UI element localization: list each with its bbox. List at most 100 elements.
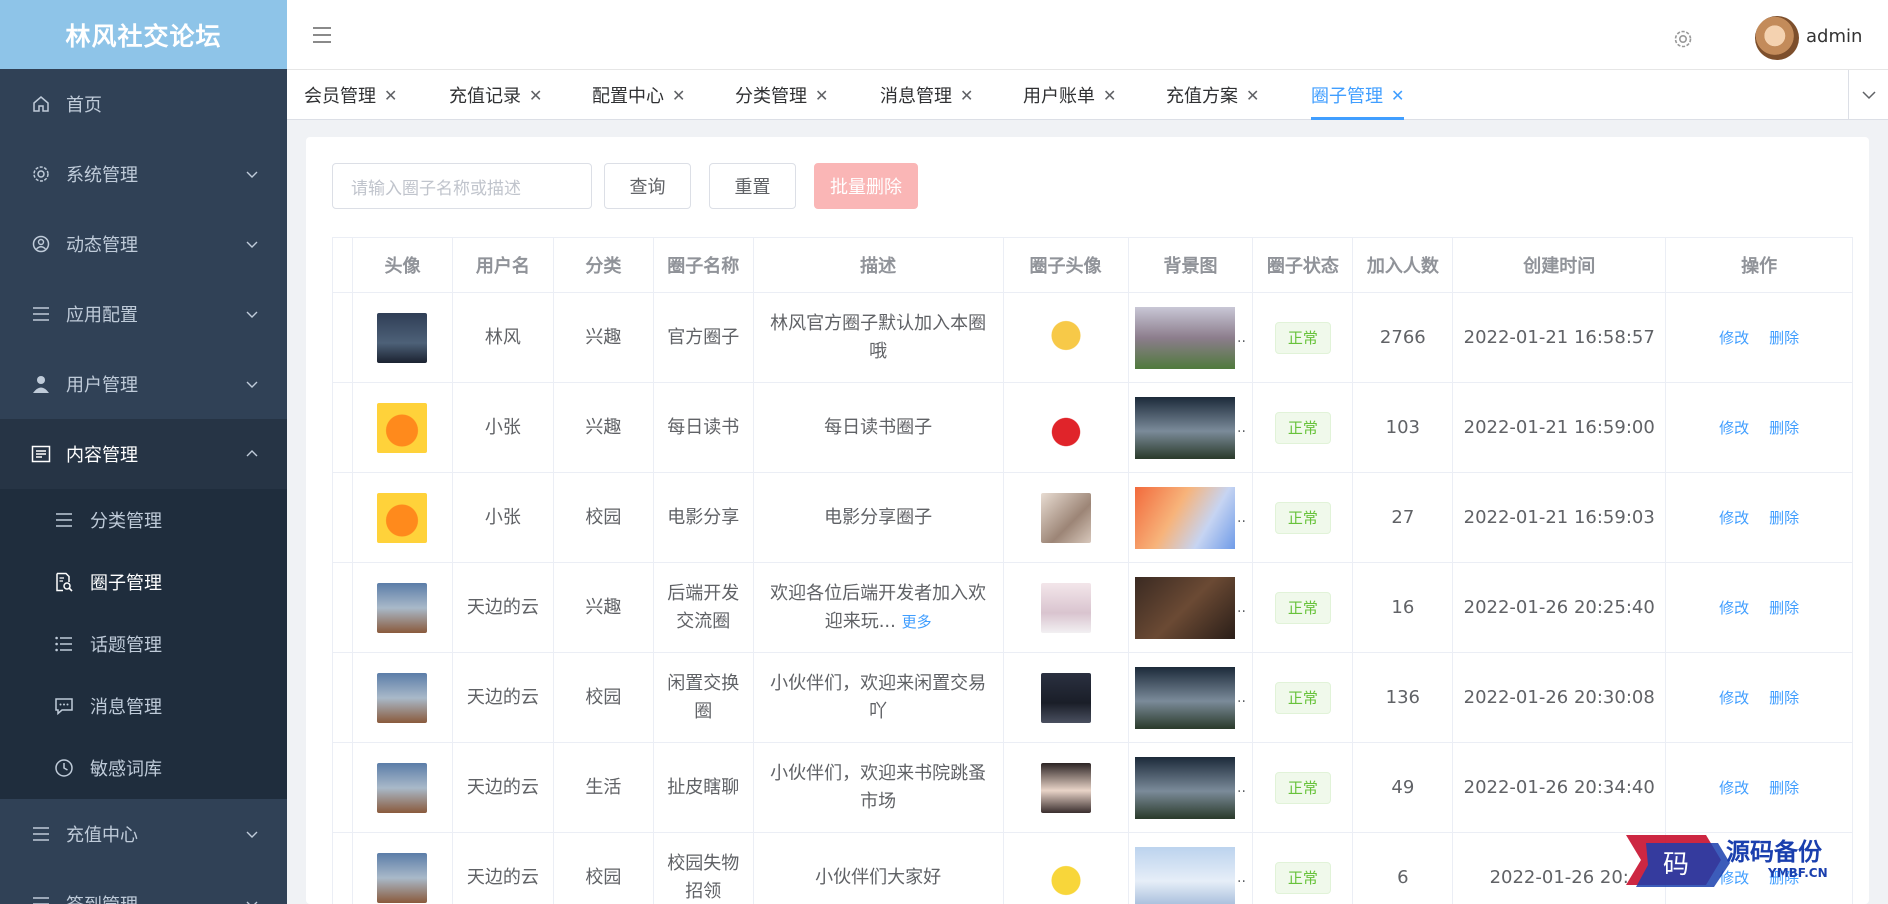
top-navbar: admin	[287, 0, 1888, 70]
column-header: 背景图	[1129, 238, 1254, 292]
tab-circles[interactable]: 圈子管理 ✕	[1311, 70, 1405, 120]
sidebar-item-moments[interactable]: 动态管理	[0, 209, 287, 279]
sidebar-item-content[interactable]: 内容管理	[0, 419, 287, 489]
description-cell: 每日读书圈子	[754, 383, 1004, 472]
tab-config[interactable]: 配置中心 ✕	[592, 70, 685, 120]
column-header: 分类	[554, 238, 654, 292]
created-cell: 2022-01-26 20:30:08	[1453, 653, 1667, 742]
edit-link[interactable]: 修改	[1719, 414, 1749, 442]
close-icon[interactable]: ✕	[815, 86, 828, 105]
sidebar-item-app-config[interactable]: 应用配置	[0, 279, 287, 349]
status-cell: 正常	[1253, 563, 1354, 652]
chevron-up-icon	[246, 450, 258, 457]
description-cell: 小伙伴们，欢迎来闲置交易吖	[754, 653, 1004, 742]
sidebar-item-label: 签到管理	[66, 891, 138, 904]
background-image	[1135, 486, 1236, 549]
category-cell: 校园	[554, 473, 654, 562]
row-select[interactable]	[333, 293, 353, 382]
close-icon[interactable]: ✕	[384, 86, 397, 105]
delete-link[interactable]: 删除	[1769, 324, 1799, 352]
row-select[interactable]	[333, 833, 353, 904]
delete-link[interactable]: 删除	[1769, 684, 1799, 712]
search-input[interactable]: 请输入圈子名称或描述	[332, 163, 592, 209]
edit-link[interactable]: 修改	[1719, 324, 1749, 352]
avatar[interactable]	[1755, 16, 1799, 60]
edit-link[interactable]: 修改	[1719, 684, 1749, 712]
table-row[interactable]: 天边的云 生活 扯皮瞎聊 小伙伴们，欢迎来书院跳蚤市场 .. 正常 49 202…	[333, 743, 1854, 833]
gear-icon[interactable]	[1672, 28, 1694, 50]
description-text: 欢迎各位后端开发者加入欢迎来玩...	[770, 582, 987, 632]
delete-link[interactable]: 删除	[1769, 594, 1799, 622]
row-select[interactable]	[333, 743, 353, 832]
sidebar-item-messages[interactable]: 消息管理	[0, 675, 287, 737]
delete-link[interactable]: 删除	[1769, 414, 1799, 442]
table-row[interactable]: 小张 兴趣 每日读书 每日读书圈子 .. 正常 103 2022-01-21 1…	[333, 383, 1854, 473]
background-cell: ..	[1129, 383, 1254, 472]
hamburger-icon[interactable]	[311, 25, 333, 45]
edit-link[interactable]: 修改	[1719, 504, 1749, 532]
sidebar-item-home[interactable]: 首页	[0, 69, 287, 139]
tab-member[interactable]: 会员管理 ✕	[304, 70, 397, 120]
tab-user-bill[interactable]: 用户账单 ✕	[1023, 70, 1116, 120]
tab-recharge-plan[interactable]: 充值方案 ✕	[1166, 70, 1259, 120]
tab-label: 充值方案	[1166, 86, 1238, 107]
query-button[interactable]: 查询	[604, 163, 691, 209]
user-avatar-image	[377, 762, 428, 813]
batch-delete-button[interactable]: 批量删除	[814, 163, 918, 209]
username[interactable]: admin	[1806, 26, 1862, 47]
circle-name-cell: 后端开发交流圈	[654, 563, 754, 652]
delete-link[interactable]: 删除	[1769, 504, 1799, 532]
tab-recharge-record[interactable]: 充值记录 ✕	[449, 70, 542, 120]
overflow-ellipsis: ..	[1237, 419, 1246, 436]
description-cell: 林风官方圈子默认加入本圈哦	[754, 293, 1004, 382]
table-row[interactable]: 小张 校园 电影分享 电影分享圈子 .. 正常 27 2022-01-21 16…	[333, 473, 1854, 563]
tab-category[interactable]: 分类管理 ✕	[735, 70, 828, 120]
select-column[interactable]	[333, 238, 353, 292]
actions-cell: 修改 删除	[1666, 293, 1854, 382]
more-link[interactable]: 更多	[902, 613, 932, 631]
column-header: 操作	[1666, 238, 1854, 292]
logo[interactable]: 林风社交论坛	[0, 0, 287, 69]
chevron-down-icon	[246, 171, 258, 178]
row-select[interactable]	[333, 563, 353, 652]
sidebar-item-label: 内容管理	[66, 445, 138, 466]
sidebar-item-users[interactable]: 用户管理	[0, 349, 287, 419]
close-icon[interactable]: ✕	[960, 86, 973, 105]
row-select[interactable]	[333, 383, 353, 472]
reset-button[interactable]: 重置	[709, 163, 796, 209]
tabs-more-button[interactable]	[1848, 70, 1888, 120]
sidebar-item-label: 充值中心	[66, 825, 138, 846]
edit-link[interactable]: 修改	[1719, 594, 1749, 622]
delete-link[interactable]: 删除	[1769, 774, 1799, 802]
circle-avatar-cell	[1004, 473, 1129, 562]
close-icon[interactable]: ✕	[1246, 86, 1259, 105]
table-row[interactable]: 天边的云 校园 闲置交换圈 小伙伴们，欢迎来闲置交易吖 .. 正常 136 20…	[333, 653, 1854, 743]
row-select[interactable]	[333, 473, 353, 562]
edit-link[interactable]: 修改	[1719, 774, 1749, 802]
user-avatar-cell	[353, 383, 453, 472]
close-icon[interactable]: ✕	[529, 86, 542, 105]
sidebar-item-system[interactable]: 系统管理	[0, 139, 287, 209]
username-cell: 小张	[453, 473, 554, 562]
status-badge: 正常	[1274, 411, 1331, 444]
sidebar-item-category[interactable]: 分类管理	[0, 489, 287, 551]
circle-name-cell: 每日读书	[654, 383, 754, 472]
row-select[interactable]	[333, 653, 353, 742]
sidebar-item-recharge[interactable]: 充值中心	[0, 799, 287, 869]
sidebar-item-topics[interactable]: 话题管理	[0, 613, 287, 675]
main-content: 请输入圈子名称或描述 查询 重置 批量删除 头像 用户名 分类 圈子名称 描述 …	[306, 137, 1869, 904]
circle-avatar-image	[1040, 672, 1091, 723]
sidebar-item-signin[interactable]: 签到管理	[0, 869, 287, 904]
table-row[interactable]: 天边的云 兴趣 后端开发交流圈 欢迎各位后端开发者加入欢迎来玩... 更多 ..…	[333, 563, 1854, 653]
close-icon[interactable]: ✕	[1391, 86, 1404, 105]
column-header: 创建时间	[1453, 238, 1667, 292]
close-icon[interactable]: ✕	[672, 86, 685, 105]
sidebar-item-sensitive-words[interactable]: 敏感词库	[0, 737, 287, 799]
column-header: 用户名	[453, 238, 554, 292]
table-row[interactable]: 林风 兴趣 官方圈子 林风官方圈子默认加入本圈哦 .. 正常 2766 2022…	[333, 293, 1854, 383]
tab-messages[interactable]: 消息管理 ✕	[880, 70, 973, 120]
overflow-ellipsis: ..	[1237, 509, 1246, 526]
moments-icon	[30, 233, 52, 255]
sidebar-item-circles[interactable]: 圈子管理	[0, 551, 287, 613]
close-icon[interactable]: ✕	[1103, 86, 1116, 105]
